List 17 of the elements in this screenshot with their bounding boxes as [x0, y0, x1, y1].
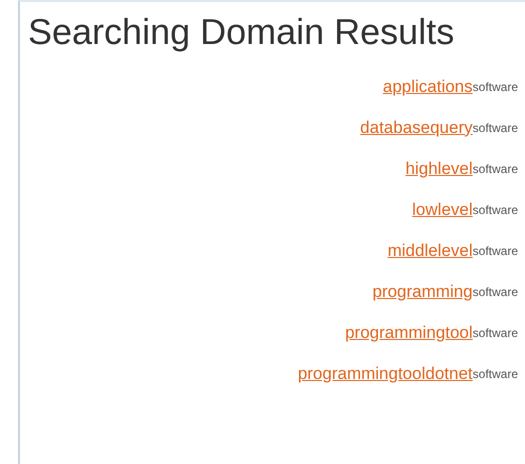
domain-link[interactable]: databasequery [360, 118, 473, 138]
category-label: software [472, 202, 518, 216]
panel-title: Searching Domain Results [28, 10, 456, 54]
category-label: software [472, 162, 518, 176]
domain-link[interactable]: lowlevel [412, 200, 473, 220]
domain-link[interactable]: programmingtooldotnet [298, 364, 473, 384]
domain-link[interactable]: highlevel [406, 158, 473, 178]
category-label: software [472, 80, 518, 94]
category-label: software [472, 120, 518, 134]
category-label: software [472, 244, 518, 258]
category-label: software [472, 284, 518, 298]
category-label: software [472, 366, 518, 380]
domain-link[interactable]: programming [372, 282, 473, 302]
domain-link[interactable]: applications [382, 76, 473, 96]
domain-link[interactable]: programmingtool [345, 322, 473, 342]
domain-link[interactable]: middlelevel [388, 240, 473, 260]
category-label: software [472, 326, 518, 340]
